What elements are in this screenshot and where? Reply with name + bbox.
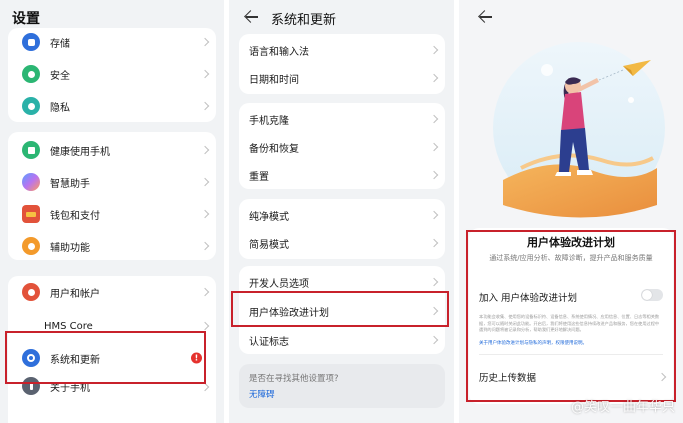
chevron-right-icon [200,101,210,111]
chevron-right-icon [429,277,439,287]
item-certification[interactable]: 认证标志 [239,324,445,354]
chevron-right-icon [429,238,439,248]
chevron-right-icon [429,114,439,124]
ux-improvement-panel: 用户体验改进计划 通过系统/应用分析、故障诊断，提升产品和服务质量 加入 用户体… [459,0,683,423]
item-date-time[interactable]: 日期和时间 [239,62,445,94]
settings-item-smart-assistant[interactable]: 智慧助手 [8,166,216,198]
hint-card: 是否在寻找其他设置项? 无障碍 [239,364,445,408]
chevron-right-icon [429,210,439,220]
chevron-right-icon [200,37,210,47]
chevron-right-icon [429,45,439,55]
item-simple-mode[interactable]: 简易模式 [239,227,445,259]
settings-panel: 设置 存储 安全 隐私 健康使用手机 智慧助手 钱包和支付 辅助功能 用户和帐户… [0,0,224,423]
shield-icon [22,65,40,83]
settings-item-security[interactable]: 安全 [8,58,216,90]
settings-item-users[interactable]: 用户和帐户 [8,276,216,308]
smart-assistant-icon [22,173,40,191]
watermark: @笑叹一曲年华只 [570,400,675,415]
hand-icon [22,237,40,255]
privacy-icon [22,97,40,115]
user-icon [22,283,40,301]
accessibility-link[interactable]: 无障碍 [249,388,275,400]
wallet-icon [22,205,40,223]
chevron-right-icon [429,73,439,83]
settings-item-privacy[interactable]: 隐私 [8,90,216,122]
settings-item-storage[interactable]: 存储 [8,28,216,58]
item-reset[interactable]: 重置 [239,159,445,189]
chevron-right-icon [200,241,210,251]
chevron-right-icon [200,177,210,187]
chevron-right-icon [200,321,210,331]
highlight-ux-improvement [231,291,449,327]
chevron-right-icon [200,287,210,297]
system-group-modes: 纯净模式 简易模式 [239,199,445,259]
system-update-panel: 系统和更新 语言和输入法 日期和时间 手机克隆 备份和恢复 重置 纯净模式 简易… [229,0,454,423]
chevron-right-icon [200,69,210,79]
system-group-language: 语言和输入法 日期和时间 [239,34,445,94]
chevron-right-icon [200,145,210,155]
settings-item-wallet[interactable]: 钱包和支付 [8,198,216,230]
highlight-system-update [5,331,206,384]
hourglass-icon [22,141,40,159]
chevron-right-icon [429,170,439,180]
hint-question: 是否在寻找其他设置项? [249,374,339,384]
chevron-right-icon [200,382,210,392]
back-button[interactable] [477,9,495,25]
settings-item-accessibility[interactable]: 辅助功能 [8,230,216,260]
page-title: 设置 [12,11,40,27]
chevron-right-icon [429,142,439,152]
settings-item-digital-balance[interactable]: 健康使用手机 [8,134,216,166]
highlight-ux-card [466,230,676,402]
system-group-backup: 手机克隆 备份和恢复 重置 [239,103,445,189]
page-title: 系统和更新 [271,13,337,28]
kite-girl-illustration [493,42,665,218]
back-button[interactable] [243,9,261,25]
storage-icon [22,33,40,51]
settings-group-assist: 健康使用手机 智慧助手 钱包和支付 辅助功能 [8,132,216,260]
settings-group-privacy: 存储 安全 隐私 [8,28,216,122]
chevron-right-icon [429,335,439,345]
chevron-right-icon [200,209,210,219]
